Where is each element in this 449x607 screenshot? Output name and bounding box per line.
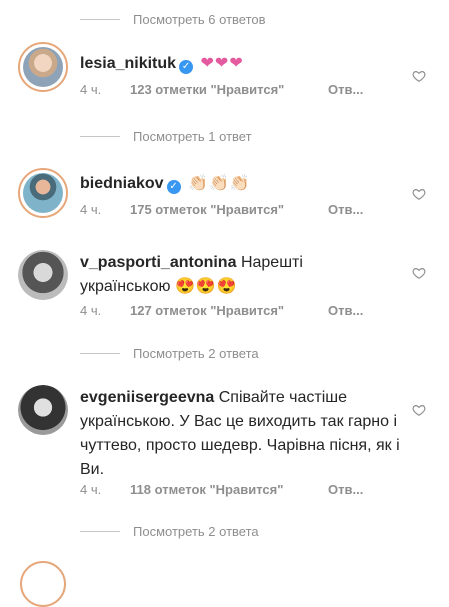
heart-outline-icon[interactable] xyxy=(412,187,426,201)
heart-outline-icon[interactable] xyxy=(412,69,426,83)
replies-divider xyxy=(80,18,120,20)
avatar[interactable] xyxy=(18,250,68,300)
comment-meta: 4 ч. 123 отметки "Нравится" Отв... xyxy=(80,82,363,97)
reply-button[interactable]: Отв... xyxy=(328,482,363,497)
verified-badge-icon: ✓ xyxy=(166,180,181,194)
avatar[interactable] xyxy=(18,385,68,435)
comment-likes[interactable]: 175 отметок "Нравится" xyxy=(130,202,328,217)
avatar[interactable] xyxy=(18,42,68,92)
view-replies-link[interactable]: Посмотреть 2 ответа xyxy=(80,343,259,363)
comment-meta: 4 ч. 118 отметок "Нравится" Отв... xyxy=(80,482,363,497)
comment-likes[interactable]: 127 отметок "Нравится" xyxy=(130,303,328,318)
comment-time: 4 ч. xyxy=(80,82,102,97)
reply-button[interactable]: Отв... xyxy=(328,202,363,217)
comment-meta: 4 ч. 175 отметок "Нравится" Отв... xyxy=(80,202,363,217)
reply-button[interactable]: Отв... xyxy=(328,303,363,318)
reply-button[interactable]: Отв... xyxy=(328,82,363,97)
view-replies-link[interactable]: Посмотреть 1 ответ xyxy=(80,126,252,146)
view-replies-label: Посмотреть 6 ответов xyxy=(133,11,266,27)
comment-likes[interactable]: 118 отметок "Нравится" xyxy=(130,482,328,497)
view-replies-label: Посмотреть 1 ответ xyxy=(133,128,252,144)
replies-divider xyxy=(80,135,120,137)
comment-emoji: 👏🏻👏🏻👏🏻 xyxy=(188,175,251,192)
heart-outline-icon[interactable] xyxy=(412,403,426,417)
comment-emoji: 😍😍😍 xyxy=(174,278,238,295)
comment-likes[interactable]: 123 отметки "Нравится" xyxy=(130,82,328,97)
comment-username[interactable]: v_pasporti_antonina xyxy=(80,254,236,271)
heart-outline-icon[interactable] xyxy=(412,266,426,280)
view-replies-link-top[interactable]: Посмотреть 6 ответов xyxy=(80,9,266,29)
avatar[interactable] xyxy=(20,561,66,607)
comment-username[interactable]: evgeniisergeevna xyxy=(80,389,214,406)
replies-divider xyxy=(80,530,120,532)
view-replies-label: Посмотреть 2 ответа xyxy=(133,523,259,539)
comment-username[interactable]: lesia_nikituk xyxy=(80,55,176,72)
comment-emoji: ❤❤❤ xyxy=(200,55,244,72)
comment-time: 4 ч. xyxy=(80,202,102,217)
comment-time: 4 ч. xyxy=(80,303,102,318)
verified-badge-icon: ✓ xyxy=(179,60,194,74)
comment-meta: 4 ч. 127 отметок "Нравится" Отв... xyxy=(80,303,363,318)
comment-time: 4 ч. xyxy=(80,482,102,497)
avatar[interactable] xyxy=(18,168,68,218)
view-replies-link[interactable]: Посмотреть 2 ответа xyxy=(80,521,259,541)
replies-divider xyxy=(80,352,120,354)
view-replies-label: Посмотреть 2 ответа xyxy=(133,345,259,361)
comment-username[interactable]: biedniakov xyxy=(80,175,164,192)
